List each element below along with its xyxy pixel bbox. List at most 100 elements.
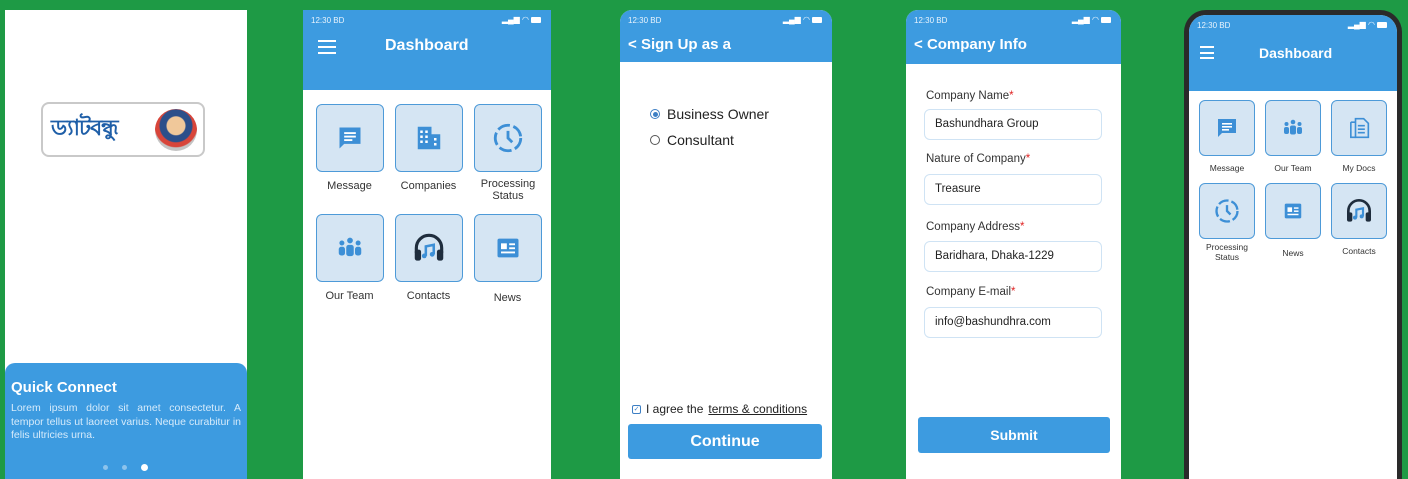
option-label: Consultant — [667, 132, 734, 148]
tile-our-team[interactable]: Our Team — [1264, 100, 1322, 173]
page-dot-active[interactable] — [141, 464, 148, 471]
battery-icon — [812, 16, 822, 23]
header: 12:30 BD ▂▄▆ ◠ Dashboard — [1189, 15, 1397, 91]
chevron-left-icon: < — [914, 36, 923, 53]
option-business-owner[interactable]: Business Owner — [650, 106, 769, 122]
terms-link[interactable]: terms & conditions — [708, 402, 807, 416]
news-icon — [1265, 183, 1321, 239]
page-title: Sign Up as a — [640, 36, 731, 53]
radio-unselected[interactable] — [650, 135, 660, 145]
required-mark: * — [1025, 153, 1031, 165]
battery-icon — [1377, 21, 1387, 28]
docs-icon — [1331, 100, 1387, 156]
team-icon — [1265, 100, 1321, 156]
status-icons: ▂▄▆ ◠ — [1348, 20, 1387, 29]
menu-icon[interactable] — [318, 40, 336, 54]
tile-label: Message — [327, 180, 372, 192]
message-icon — [1199, 100, 1255, 156]
dashboard-grid: Message Companies Processing Status Our … — [315, 104, 542, 304]
status-icons: ▂▄▆ ◠ — [502, 15, 541, 24]
dashboard-grid: Message Our Team My Docs Processing Stat… — [1198, 100, 1388, 262]
team-icon — [315, 214, 384, 282]
company-address-label: Company Address* — [926, 221, 1024, 233]
news-icon — [473, 214, 542, 282]
dashboard-alt-screen: 12:30 BD ▂▄▆ ◠ Dashboard Message Our Tea… — [1184, 10, 1402, 479]
tile-label: Processing Status — [1205, 242, 1249, 262]
page-title: Dashboard — [385, 37, 469, 54]
tile-our-team[interactable]: Our Team — [315, 214, 384, 304]
tile-message[interactable]: Message — [1198, 100, 1256, 173]
clock-icon — [473, 104, 542, 172]
header: 12:30 BD ▂▄▆ ◠ < Sign Up as a — [620, 10, 832, 62]
page-title: Company Info — [926, 36, 1027, 53]
tile-contacts[interactable]: Contacts — [394, 214, 463, 304]
continue-button[interactable]: Continue — [628, 424, 822, 459]
field-label-text: Company Address — [926, 221, 1020, 233]
chevron-left-icon: < — [628, 36, 637, 53]
field-label-text: Company E-mail — [926, 286, 1011, 298]
tile-label: Message — [1209, 163, 1245, 173]
company-name-field[interactable]: Bashundhara Group — [924, 109, 1102, 140]
page-dot[interactable] — [103, 465, 108, 470]
tile-label: Processing Status — [480, 178, 536, 202]
tile-processing-status[interactable]: Processing Status — [1198, 183, 1256, 262]
headphones-icon — [394, 214, 463, 282]
dashboard-screen: 12:30 BD ▂▄▆ ◠ Dashboard Message Compani… — [303, 10, 551, 479]
tile-label: Contacts — [1342, 246, 1376, 256]
headphones-icon — [1331, 183, 1387, 239]
header: 12:30 BD ▂▄▆ ◠ < Company Info — [906, 10, 1121, 64]
company-email-label: Company E-mail* — [926, 286, 1015, 298]
status-time: 12:30 BD — [311, 16, 345, 25]
logo-text: ড্যাটবন্ধু — [51, 116, 119, 141]
splash-screen: ড্যাটবন্ধু Quick Connect Lorem ipsum dol… — [5, 10, 247, 479]
field-label-text: Company Name — [926, 90, 1010, 102]
field-label-text: Nature of Company — [926, 153, 1026, 165]
status-time: 12:30 BD — [914, 16, 948, 25]
tile-news[interactable]: News — [1264, 183, 1322, 262]
required-mark: * — [1009, 90, 1014, 102]
tile-news[interactable]: News — [473, 214, 542, 304]
status-time: 12:30 BD — [1197, 21, 1231, 30]
battery-icon — [1101, 16, 1111, 23]
tile-label: My Docs — [1342, 163, 1376, 173]
menu-icon[interactable] — [1200, 46, 1214, 59]
tile-companies[interactable]: Companies — [394, 104, 463, 202]
required-mark: * — [1019, 221, 1025, 233]
required-mark: * — [1011, 286, 1016, 298]
page-dot[interactable] — [122, 465, 127, 470]
back-button[interactable]: < Sign Up as a — [628, 36, 731, 53]
option-consultant[interactable]: Consultant — [650, 132, 734, 148]
tile-label: News — [493, 292, 522, 304]
tile-contacts[interactable]: Contacts — [1330, 183, 1388, 262]
tile-label: News — [1282, 248, 1304, 258]
status-icons: ▂▄▆ ◠ — [783, 15, 822, 24]
clock-icon — [1199, 183, 1255, 239]
status-icons: ▂▄▆ ◠ — [1072, 15, 1111, 24]
page-title: Dashboard — [1259, 45, 1333, 61]
tile-my-docs[interactable]: My Docs — [1330, 100, 1388, 173]
tile-processing-status[interactable]: Processing Status — [473, 104, 542, 202]
company-address-field[interactable]: Baridhara, Dhaka-1229 — [924, 241, 1102, 272]
tile-label: Our Team — [1274, 163, 1312, 173]
tile-label: Contacts — [406, 290, 451, 302]
quick-connect-title: Quick Connect — [11, 379, 117, 396]
nature-of-company-field[interactable]: Treasure — [924, 174, 1102, 205]
status-time: 12:30 BD — [628, 16, 662, 25]
tile-label: Companies — [400, 180, 457, 192]
logo-portrait-icon — [155, 109, 197, 151]
radio-selected[interactable] — [650, 109, 660, 119]
page-indicator[interactable] — [103, 464, 148, 471]
agree-text: I agree the — [646, 402, 704, 416]
back-button[interactable]: < Company Info — [914, 36, 1027, 53]
quick-connect-body: Lorem ipsum dolor sit amet consectetur. … — [11, 402, 241, 441]
battery-icon — [531, 16, 541, 23]
submit-button[interactable]: Submit — [918, 417, 1110, 453]
company-info-screen: 12:30 BD ▂▄▆ ◠ < Company Info Company Na… — [906, 10, 1121, 479]
header: 12:30 BD ▂▄▆ ◠ Dashboard — [303, 10, 551, 90]
tile-label: Our Team — [325, 290, 374, 302]
app-logo: ড্যাটবন্ধু — [41, 102, 205, 157]
nature-of-company-label: Nature of Company* — [926, 153, 1030, 165]
agree-checkbox[interactable]: ✓ — [632, 404, 641, 414]
tile-message[interactable]: Message — [315, 104, 384, 202]
company-email-field[interactable]: info@bashundhra.com — [924, 307, 1102, 338]
